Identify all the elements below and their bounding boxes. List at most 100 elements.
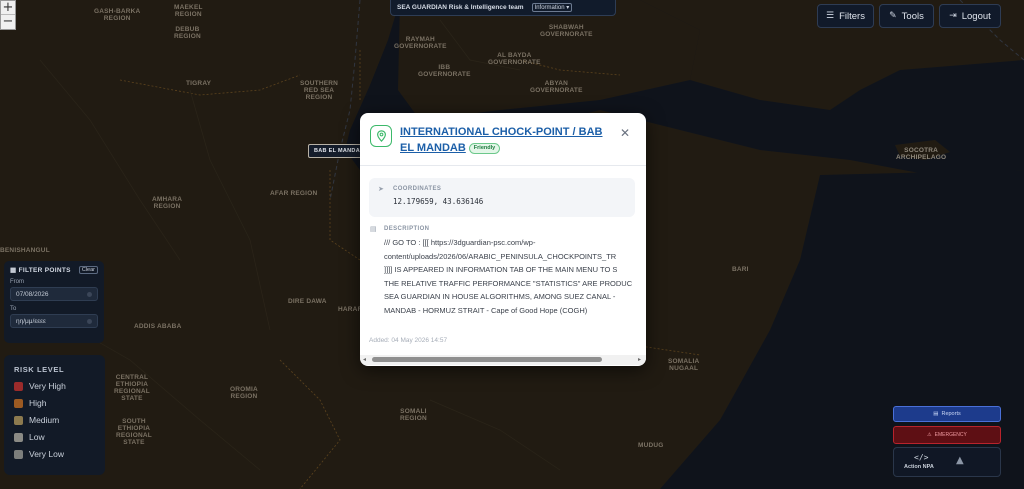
filter-icon: ☰ bbox=[826, 11, 835, 21]
document-icon: ▤ bbox=[370, 225, 377, 233]
close-icon[interactable]: ✕ bbox=[620, 126, 630, 140]
map-label: MAEKEL REGION bbox=[174, 4, 203, 18]
reports-button[interactable]: ▤ Reports bbox=[893, 406, 1001, 422]
risk-label: Medium bbox=[29, 415, 60, 425]
logout-icon: ⇥ bbox=[949, 11, 957, 21]
tools-label: Tools bbox=[901, 10, 924, 22]
map-label: MUDUG bbox=[638, 442, 664, 449]
map-label: CENTRAL ETHIOPIA REGIONAL STATE bbox=[114, 374, 150, 402]
map-label: RAYMAH GOVERNORATE bbox=[394, 36, 447, 50]
map-label: IBB GOVERNORATE bbox=[418, 64, 471, 78]
risk-item-medium[interactable]: Medium bbox=[14, 415, 95, 425]
calendar-icon[interactable] bbox=[87, 318, 92, 324]
map-pin-icon bbox=[370, 125, 392, 147]
app-title: SEA GUARDIAN Risk & Intelligence team bbox=[397, 4, 524, 11]
filter-points-title: ▦ FILTER POINTS bbox=[10, 267, 71, 274]
document-icon: ▤ bbox=[933, 411, 939, 417]
zoom-control: + − bbox=[0, 0, 16, 30]
to-date-placeholder: ηη/μμ/εεεε bbox=[16, 317, 46, 325]
map-label: AFAR REGION bbox=[270, 190, 318, 197]
to-label: To bbox=[10, 306, 17, 312]
map-label: DEBUB REGION bbox=[174, 26, 201, 40]
horizontal-scrollbar[interactable]: ◂ ▸ bbox=[360, 355, 646, 365]
description-line: SEA GUARDIAN IN HOUSE ALGORITHMS, AMONG … bbox=[384, 292, 616, 301]
info-select[interactable]: Information ▾ bbox=[531, 3, 573, 12]
map-label: ABYAN GOVERNORATE bbox=[530, 80, 583, 94]
map-label: SOMALIA NUGAAL bbox=[668, 358, 700, 372]
chevron-down-icon: ▾ bbox=[566, 5, 570, 11]
map-label: DIRE DAWA bbox=[288, 298, 327, 305]
risk-label: High bbox=[29, 398, 47, 408]
description-line: ]]]] IS APPEARED IN INFORMATION TAB OF T… bbox=[384, 265, 618, 274]
risk-swatch bbox=[14, 398, 23, 408]
map-label: SOUTHERN RED SEA REGION bbox=[300, 80, 339, 101]
risk-level-title: RISK LEVEL bbox=[14, 365, 65, 374]
emergency-label: EMERGENCY bbox=[934, 432, 967, 438]
scrollbar-thumb[interactable] bbox=[372, 357, 602, 362]
calendar-icon: ▦ bbox=[10, 267, 17, 274]
coordinates-box: ➤ COORDINATES 12.179659, 43.636146 bbox=[369, 178, 635, 217]
risk-item-high[interactable]: High bbox=[14, 398, 95, 408]
map-label: SOCOTRA ARCHIPELAGO bbox=[896, 147, 947, 161]
action-npa-widget[interactable]: </> Action NPA ▲ bbox=[893, 447, 1001, 477]
action-npa-label: Action NPA bbox=[904, 464, 934, 470]
tools-button[interactable]: ✎ Tools bbox=[879, 4, 934, 28]
code-icon: </> bbox=[914, 453, 929, 462]
coordinates-value: 12.179659, 43.636146 bbox=[393, 197, 484, 206]
from-date-value: 07/08/2026 bbox=[16, 290, 49, 298]
scroll-right-icon[interactable]: ▸ bbox=[638, 356, 641, 363]
coordinates-label: COORDINATES bbox=[393, 186, 442, 192]
risk-item-very-high[interactable]: Very High bbox=[14, 381, 95, 391]
description-line: content/uploads/2026/06/ARABIC_PENINSULA… bbox=[384, 251, 617, 261]
popup-title-link[interactable]: INTERNATIONAL CHOCK-POINT / BAB EL MANDA… bbox=[400, 124, 615, 156]
map-label: SOMALI REGION bbox=[400, 408, 427, 422]
description-text: /// GO TO : [[[ https://3dguardian-psc.c… bbox=[384, 236, 646, 326]
brand-logo-icon: ▲ bbox=[956, 455, 964, 466]
zoom-out-button[interactable]: − bbox=[1, 15, 15, 29]
warning-icon: ⚠ bbox=[927, 432, 932, 438]
risk-swatch bbox=[14, 381, 23, 391]
logout-button[interactable]: ⇥ Logout bbox=[939, 4, 1001, 28]
map-label: OROMIA REGION bbox=[230, 386, 258, 400]
from-label: From bbox=[10, 279, 24, 285]
friendly-badge: Friendly bbox=[468, 142, 501, 154]
map-label: AMHARA REGION bbox=[152, 196, 183, 210]
filters-label: Filters bbox=[839, 10, 865, 22]
from-date-input[interactable]: 07/08/2026 bbox=[10, 287, 98, 301]
description-label: DESCRIPTION bbox=[384, 226, 430, 232]
info-select-value: Information bbox=[534, 5, 565, 11]
risk-swatch bbox=[14, 415, 23, 425]
zoom-in-button[interactable]: + bbox=[1, 1, 15, 15]
point-details-popup: INTERNATIONAL CHOCK-POINT / BAB EL MANDA… bbox=[360, 113, 646, 366]
risk-label: Low bbox=[29, 432, 45, 442]
map-label: BENISHANGUL bbox=[0, 247, 50, 254]
risk-item-low[interactable]: Low bbox=[14, 432, 95, 442]
description-line: /// GO TO : [[[ https://3dguardian-psc.c… bbox=[384, 238, 536, 247]
wrench-icon: ✎ bbox=[889, 11, 897, 21]
filter-points-panel: ▦ FILTER POINTS Clear From 07/08/2026 To… bbox=[4, 261, 104, 343]
risk-label: Very Low bbox=[29, 449, 64, 459]
description-line: THE RELATIVE TRAFFIC PERFORMANCE "STATIS… bbox=[384, 278, 633, 288]
filters-button[interactable]: ☰ Filters bbox=[817, 4, 874, 28]
map-label: AL BAYDA GOVERNORATE bbox=[488, 52, 541, 66]
map-label: BARI bbox=[732, 266, 749, 273]
risk-item-very-low[interactable]: Very Low bbox=[14, 449, 95, 459]
description-line: MANDAB - HORMUZ STRAIT - Cape of Good Ho… bbox=[384, 305, 588, 315]
title-bar: SEA GUARDIAN Risk & Intelligence team In… bbox=[390, 0, 616, 16]
calendar-icon[interactable] bbox=[87, 291, 92, 297]
risk-label: Very High bbox=[29, 381, 66, 391]
map-label: TIGRAY bbox=[186, 80, 212, 87]
logout-label: Logout bbox=[961, 10, 991, 22]
risk-swatch bbox=[14, 449, 23, 459]
to-date-input[interactable]: ηη/μμ/εεεε bbox=[10, 314, 98, 328]
map-label: ADDIS ABABA bbox=[134, 323, 182, 330]
emergency-button[interactable]: ⚠ EMERGENCY bbox=[893, 426, 1001, 444]
risk-swatch bbox=[14, 432, 23, 442]
clear-button[interactable]: Clear bbox=[78, 266, 98, 274]
map-label: SOUTH ETHIOPIA REGIONAL STATE bbox=[116, 418, 152, 446]
popup-header: INTERNATIONAL CHOCK-POINT / BAB EL MANDA… bbox=[360, 113, 646, 166]
map-label: SHABWAH GOVERNORATE bbox=[540, 24, 593, 38]
scroll-left-icon[interactable]: ◂ bbox=[363, 356, 366, 363]
map-label: GASH-BARKA REGION bbox=[94, 8, 141, 22]
navigation-icon: ➤ bbox=[378, 185, 384, 193]
